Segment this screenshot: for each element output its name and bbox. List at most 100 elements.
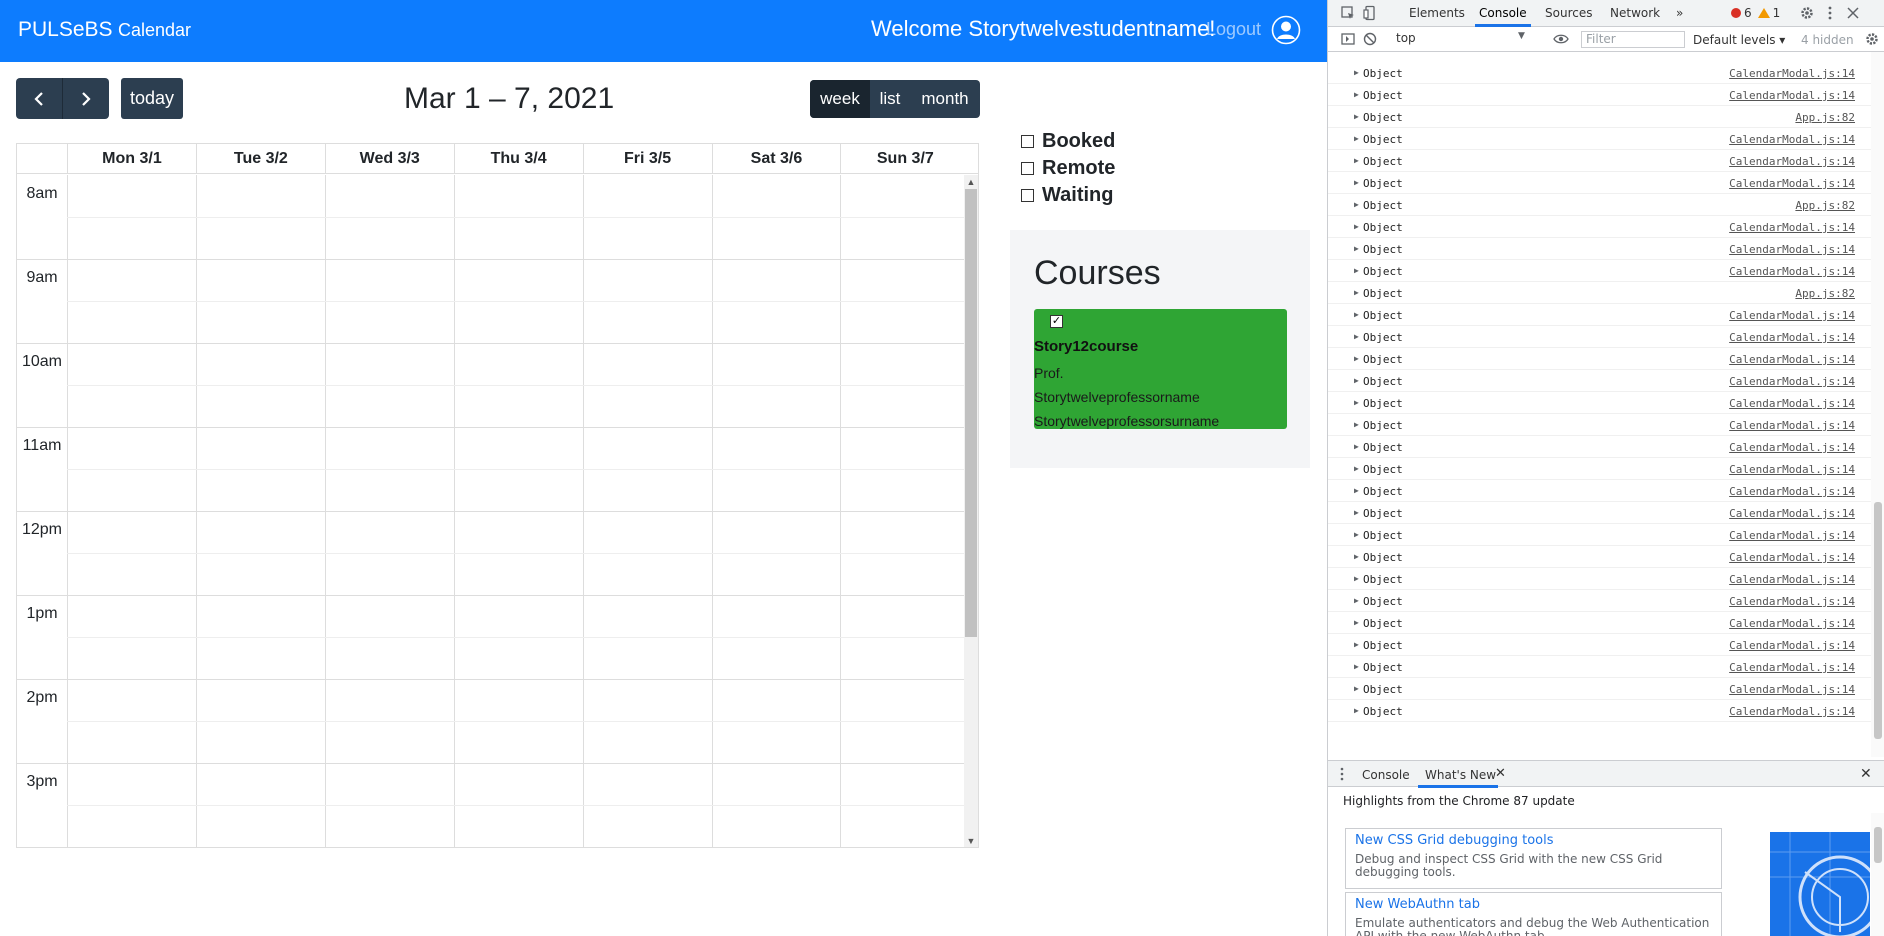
log-value[interactable]: Object <box>1363 705 1403 718</box>
tab-console[interactable]: Console <box>1479 6 1527 20</box>
expand-triangle-icon[interactable]: ▶ <box>1354 398 1359 407</box>
device-toolbar-icon[interactable] <box>1362 5 1378 21</box>
scroll-down-icon[interactable]: ▼ <box>964 834 978 847</box>
expand-triangle-icon[interactable]: ▶ <box>1354 420 1359 429</box>
course-checkbox[interactable]: ✓ <box>1050 315 1063 328</box>
calendar-scroll-thumb[interactable] <box>965 189 977 637</box>
source-link[interactable]: CalendarModal.js:14 <box>1729 67 1855 80</box>
source-link[interactable]: CalendarModal.js:14 <box>1729 89 1855 102</box>
source-link[interactable]: CalendarModal.js:14 <box>1729 243 1855 256</box>
expand-triangle-icon[interactable]: ▶ <box>1354 332 1359 341</box>
console-log-row[interactable]: ▶ Object CalendarModal.js:14 <box>1328 524 1871 546</box>
expand-triangle-icon[interactable]: ▶ <box>1354 156 1359 165</box>
console-log-row[interactable]: ▶ Object CalendarModal.js:14 <box>1328 150 1871 172</box>
log-value[interactable]: Object <box>1363 573 1403 586</box>
console-log-row[interactable]: ▶ Object CalendarModal.js:14 <box>1328 590 1871 612</box>
console-log-row[interactable]: ▶ Object CalendarModal.js:14 <box>1328 172 1871 194</box>
console-scrollbar[interactable] <box>1871 52 1884 757</box>
log-value[interactable]: Object <box>1363 353 1403 366</box>
expand-triangle-icon[interactable]: ▶ <box>1354 662 1359 671</box>
source-link[interactable]: CalendarModal.js:14 <box>1729 617 1855 630</box>
expand-triangle-icon[interactable]: ▶ <box>1354 486 1359 495</box>
console-log-row[interactable]: ▶ Object CalendarModal.js:14 <box>1328 502 1871 524</box>
console-log-row[interactable]: ▶ Object App.js:82 <box>1328 106 1871 128</box>
whats-new-item[interactable]: New CSS Grid debugging tools Debug and i… <box>1345 828 1722 889</box>
console-log-row[interactable]: ▶ Object CalendarModal.js:14 <box>1328 568 1871 590</box>
console-settings-gear-icon[interactable] <box>1864 31 1880 47</box>
drawer-scroll-thumb[interactable] <box>1874 827 1882 863</box>
nav-calendar-link[interactable]: Calendar <box>118 20 191 41</box>
view-week-button[interactable]: week <box>810 80 870 118</box>
source-link[interactable]: App.js:82 <box>1795 287 1855 300</box>
prev-week-button[interactable] <box>16 78 62 119</box>
filter-remote[interactable]: Remote <box>1021 155 1115 181</box>
source-link[interactable]: CalendarModal.js:14 <box>1729 419 1855 432</box>
more-tabs-icon[interactable]: » <box>1676 6 1683 20</box>
close-tab-icon[interactable]: ✕ <box>1495 766 1506 781</box>
console-log-row[interactable]: ▶ Object CalendarModal.js:14 <box>1328 700 1871 722</box>
close-devtools-icon[interactable] <box>1845 5 1861 21</box>
whats-new-title[interactable]: New WebAuthn tab <box>1355 897 1480 912</box>
console-log-row[interactable]: ▶ Object CalendarModal.js:14 <box>1328 348 1871 370</box>
expand-triangle-icon[interactable]: ▶ <box>1354 706 1359 715</box>
clear-console-icon[interactable] <box>1362 31 1378 47</box>
today-button[interactable]: today <box>121 78 183 119</box>
log-value[interactable]: Object <box>1363 111 1403 124</box>
drawer-tab-console[interactable]: Console <box>1362 768 1410 782</box>
console-log-row[interactable]: ▶ Object CalendarModal.js:14 <box>1328 326 1871 348</box>
source-link[interactable]: CalendarModal.js:14 <box>1729 353 1855 366</box>
log-value[interactable]: Object <box>1363 419 1403 432</box>
console-log-row[interactable]: ▶ Object CalendarModal.js:14 <box>1328 260 1871 282</box>
expand-triangle-icon[interactable]: ▶ <box>1354 596 1359 605</box>
console-log-row[interactable]: ▶ Object CalendarModal.js:14 <box>1328 304 1871 326</box>
expand-triangle-icon[interactable]: ▶ <box>1354 266 1359 275</box>
source-link[interactable]: CalendarModal.js:14 <box>1729 661 1855 674</box>
expand-triangle-icon[interactable]: ▶ <box>1354 530 1359 539</box>
console-log-row[interactable]: ▶ Object CalendarModal.js:14 <box>1328 546 1871 568</box>
log-value[interactable]: Object <box>1363 199 1403 212</box>
course-card[interactable]: ✓ Story12course Prof. Storytwelveprofess… <box>1034 309 1287 429</box>
log-value[interactable]: Object <box>1363 529 1403 542</box>
console-log-row[interactable]: ▶ Object CalendarModal.js:14 <box>1328 392 1871 414</box>
expand-triangle-icon[interactable]: ▶ <box>1354 222 1359 231</box>
source-link[interactable]: CalendarModal.js:14 <box>1729 397 1855 410</box>
source-link[interactable]: CalendarModal.js:14 <box>1729 441 1855 454</box>
console-filter-input[interactable]: Filter <box>1581 31 1685 48</box>
console-log-row[interactable]: ▶ Object CalendarModal.js:14 <box>1328 612 1871 634</box>
expand-triangle-icon[interactable]: ▶ <box>1354 90 1359 99</box>
expand-triangle-icon[interactable]: ▶ <box>1354 552 1359 561</box>
log-value[interactable]: Object <box>1363 485 1403 498</box>
log-value[interactable]: Object <box>1363 67 1403 80</box>
live-expression-eye-icon[interactable] <box>1553 31 1569 47</box>
expand-triangle-icon[interactable]: ▶ <box>1354 178 1359 187</box>
source-link[interactable]: CalendarModal.js:14 <box>1729 331 1855 344</box>
logout-link[interactable]: Logout <box>1206 19 1261 40</box>
log-value[interactable]: Object <box>1363 177 1403 190</box>
source-link[interactable]: CalendarModal.js:14 <box>1729 683 1855 696</box>
remote-checkbox[interactable] <box>1021 161 1034 175</box>
issue-counter[interactable]: 61 <box>1731 6 1780 20</box>
brand-link[interactable]: PULSeBS <box>18 18 113 42</box>
time-grid[interactable]: 8am 9am 10am 11am 12pm 1pm 2pm 3pm <box>17 175 964 847</box>
log-value[interactable]: Object <box>1363 551 1403 564</box>
console-log-row[interactable]: ▶ Object CalendarModal.js:14 <box>1328 128 1871 150</box>
source-link[interactable]: App.js:82 <box>1795 111 1855 124</box>
console-log-row[interactable]: ▶ Object CalendarModal.js:14 <box>1328 480 1871 502</box>
log-value[interactable]: Object <box>1363 243 1403 256</box>
source-link[interactable]: CalendarModal.js:14 <box>1729 463 1855 476</box>
expand-triangle-icon[interactable]: ▶ <box>1354 112 1359 121</box>
console-log-row[interactable]: ▶ Object CalendarModal.js:14 <box>1328 634 1871 656</box>
user-avatar-icon[interactable] <box>1271 15 1301 45</box>
source-link[interactable]: App.js:82 <box>1795 199 1855 212</box>
console-log-row[interactable]: ▶ Object CalendarModal.js:14 <box>1328 678 1871 700</box>
expand-triangle-icon[interactable]: ▶ <box>1354 574 1359 583</box>
context-selector[interactable]: top <box>1396 31 1526 48</box>
calendar-scrollbar[interactable]: ▲ ▼ <box>964 175 978 847</box>
console-log-row[interactable]: ▶ Object CalendarModal.js:14 <box>1328 216 1871 238</box>
tab-network[interactable]: Network <box>1610 6 1660 20</box>
whats-new-item[interactable]: New WebAuthn tab Emulate authenticators … <box>1345 892 1722 936</box>
log-value[interactable]: Object <box>1363 375 1403 388</box>
console-log-row[interactable]: ▶ Object CalendarModal.js:14 <box>1328 84 1871 106</box>
log-value[interactable]: Object <box>1363 441 1403 454</box>
close-drawer-icon[interactable]: ✕ <box>1860 766 1872 782</box>
